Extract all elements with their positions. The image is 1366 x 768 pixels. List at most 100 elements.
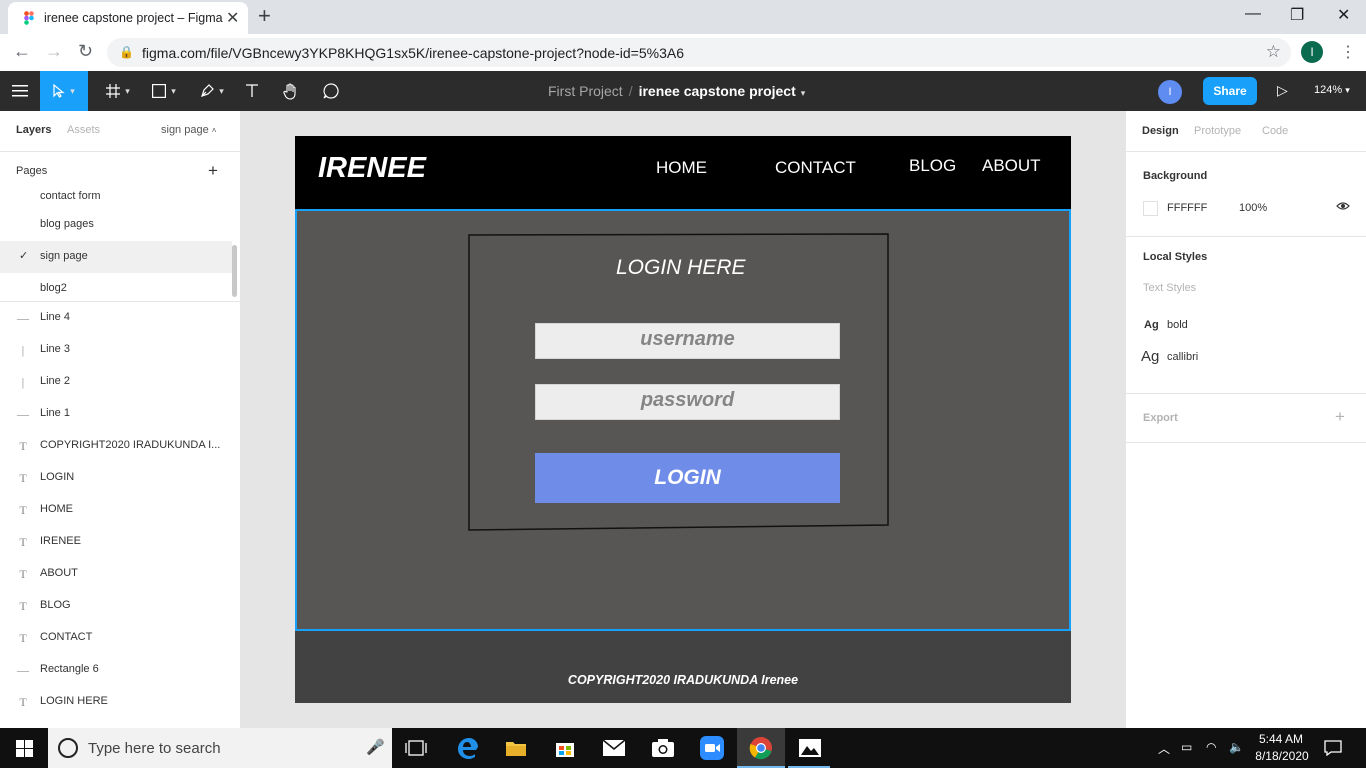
layer-rectangle-6[interactable]: — Rectangle 6 — [0, 654, 240, 686]
new-tab-icon[interactable]: + — [258, 3, 271, 29]
add-page-icon[interactable]: + — [208, 161, 218, 181]
layer-irenee-text[interactable]: T IRENEE — [0, 526, 240, 558]
frame-footer[interactable]: COPYRIGHT2020 IRADUKUNDA Irenee — [295, 631, 1071, 703]
pages-scrollbar[interactable] — [232, 245, 237, 297]
text-icon: T — [19, 439, 27, 453]
microphone-icon[interactable]: 🎤 — [366, 738, 385, 756]
text-style-icon: Ag — [1141, 348, 1160, 365]
task-view-icon[interactable] — [401, 734, 431, 762]
line-vertical-icon: | — [21, 375, 25, 389]
page-item-sign-page[interactable]: ✓ sign page — [0, 241, 232, 273]
microsoft-store-icon[interactable] — [550, 734, 580, 762]
zoom-app-icon[interactable] — [697, 734, 727, 762]
brand-logo-text[interactable]: IRENEE — [318, 152, 426, 185]
tab-design[interactable]: Design — [1142, 125, 1179, 137]
tab-close-icon[interactable]: ✕ — [226, 8, 239, 28]
nav-about[interactable]: ABOUT — [982, 156, 1041, 176]
file-name[interactable]: irenee capstone project — [639, 83, 796, 99]
nav-home[interactable]: HOME — [656, 158, 707, 178]
layer-line-2[interactable]: | Line 2 — [0, 366, 240, 398]
project-name[interactable]: First Project — [548, 83, 623, 99]
layer-copyright-text[interactable]: T COPYRIGHT2020 IRADUKUNDA I... — [0, 430, 240, 462]
page-item-blog-pages[interactable]: blog pages — [0, 209, 232, 241]
tab-code[interactable]: Code — [1262, 125, 1288, 137]
back-icon[interactable]: ← — [13, 41, 31, 62]
copyright-text[interactable]: COPYRIGHT2020 IRADUKUNDA Irenee — [295, 673, 1071, 687]
username-field[interactable]: username — [535, 323, 840, 359]
windows-start-icon[interactable] — [9, 734, 39, 762]
style-callibri[interactable]: callibri — [1167, 351, 1198, 363]
bookmark-star-icon[interactable]: ☆ — [1266, 42, 1281, 62]
clock-date[interactable]: 8/18/2020 — [1252, 749, 1312, 763]
layer-login-here-text[interactable]: T LOGIN HERE — [0, 686, 240, 718]
edge-browser-icon[interactable] — [452, 734, 482, 762]
breadcrumb-separator: / — [628, 83, 633, 99]
photos-icon[interactable] — [795, 734, 825, 762]
mail-icon[interactable] — [599, 734, 629, 762]
share-button[interactable]: Share — [1203, 77, 1257, 105]
current-page-dropdown[interactable]: sign page ˄ — [161, 124, 216, 136]
tab-layers[interactable]: Layers — [16, 124, 51, 136]
file-explorer-icon[interactable] — [501, 734, 531, 762]
reload-icon[interactable]: ↻ — [78, 41, 93, 62]
text-icon: T — [19, 631, 27, 645]
browser-tab[interactable]: irenee capstone project – Figma ✕ — [8, 2, 248, 34]
frame-header-bar[interactable]: IRENEE HOME CONTACT BLOG ABOUT — [295, 136, 1071, 209]
layer-label: HOME — [40, 503, 73, 515]
layer-contact-text[interactable]: T CONTACT — [0, 622, 240, 654]
volume-icon[interactable]: 🔈 — [1229, 740, 1244, 754]
profile-avatar[interactable]: I — [1301, 41, 1323, 63]
chrome-icon[interactable] — [746, 734, 776, 762]
camera-icon[interactable] — [648, 734, 678, 762]
present-play-icon[interactable]: ▷ — [1277, 82, 1288, 99]
layer-home-text[interactable]: T HOME — [0, 494, 240, 526]
forward-icon[interactable]: → — [45, 41, 63, 62]
background-hex-input[interactable]: FFFFFF — [1167, 202, 1207, 214]
page-item-blog2[interactable]: blog2 — [0, 273, 232, 301]
move-tool-icon[interactable]: ▾ — [40, 71, 88, 111]
style-bold[interactable]: bold — [1167, 319, 1188, 331]
eye-icon[interactable] — [1336, 199, 1350, 213]
background-opacity-input[interactable]: 100% — [1239, 202, 1267, 214]
text-tool-icon[interactable] — [238, 71, 266, 111]
tab-assets[interactable]: Assets — [67, 124, 100, 136]
browser-menu-icon[interactable]: ⋮ — [1340, 42, 1356, 62]
background-color-swatch[interactable] — [1143, 201, 1158, 216]
design-canvas[interactable]: IRENEE HOME CONTACT BLOG ABOUT LOGIN HER… — [241, 111, 1342, 728]
layer-label: Line 1 — [40, 407, 70, 419]
restore-icon[interactable]: ❐ — [1290, 5, 1304, 25]
layer-line-1[interactable]: — Line 1 — [0, 398, 240, 430]
hand-tool-icon[interactable] — [276, 71, 306, 111]
login-title[interactable]: LOGIN HERE — [616, 256, 746, 280]
pen-tool-icon[interactable]: ▾ — [192, 71, 232, 111]
layer-login-text[interactable]: T LOGIN — [0, 462, 240, 494]
wifi-icon[interactable]: ◠ — [1206, 740, 1216, 754]
url-field[interactable]: 🔒 figma.com/file/VGBncewy3YKP8KHQG1sx5K/… — [107, 38, 1291, 67]
layer-line-3[interactable]: | Line 3 — [0, 334, 240, 366]
frame-tool-icon[interactable]: ▾ — [98, 71, 138, 111]
window-close-icon[interactable]: ✕ — [1337, 5, 1350, 25]
nav-contact[interactable]: CONTACT — [775, 158, 856, 178]
nav-blog[interactable]: BLOG — [909, 156, 956, 176]
layer-line-4[interactable]: — Line 4 — [0, 302, 240, 334]
main-menu-icon[interactable] — [0, 71, 40, 111]
zoom-level[interactable]: 124% ▾ — [1314, 84, 1350, 96]
address-bar-row: ← → ↻ 🔒 figma.com/file/VGBncewy3YKP8KHQG… — [0, 34, 1366, 71]
notifications-icon[interactable] — [1318, 734, 1348, 762]
minimize-icon[interactable]: — — [1245, 5, 1261, 23]
battery-icon[interactable]: ▭ — [1181, 740, 1192, 754]
shape-tool-icon[interactable]: ▾ — [144, 71, 184, 111]
layer-about-text[interactable]: T ABOUT — [0, 558, 240, 590]
show-hidden-icons[interactable]: ︿ — [1158, 740, 1170, 757]
tab-prototype[interactable]: Prototype — [1194, 125, 1241, 137]
chevron-down-icon[interactable]: ▾ — [801, 88, 806, 98]
properties-panel: Design Prototype Code Background FFFFFF … — [1125, 111, 1366, 728]
comment-tool-icon[interactable] — [316, 71, 346, 111]
taskbar-search-field[interactable]: Type here to search 🎤 — [48, 728, 392, 768]
password-field[interactable]: password — [535, 384, 840, 420]
clock-time[interactable]: 5:44 AM — [1258, 732, 1304, 746]
layer-blog-text[interactable]: T BLOG — [0, 590, 240, 622]
add-export-icon[interactable]: + — [1335, 407, 1345, 427]
user-avatar[interactable]: I — [1158, 80, 1182, 104]
login-button[interactable]: LOGIN — [535, 453, 840, 503]
